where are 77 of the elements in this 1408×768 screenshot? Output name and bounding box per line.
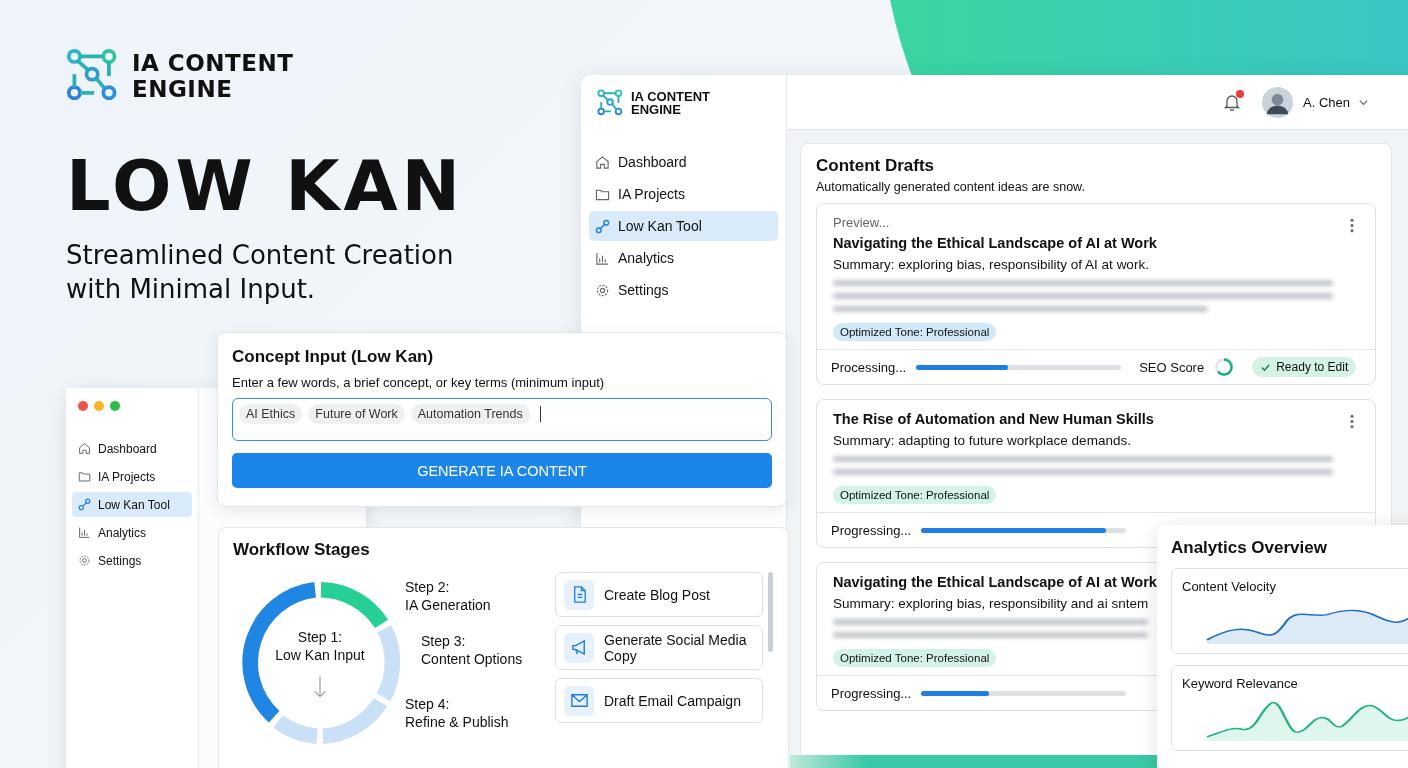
more-menu-icon[interactable]: [1349, 218, 1355, 233]
user-name[interactable]: A. Chen: [1303, 94, 1350, 110]
sidebar-item[interactable]: Dashboard: [589, 147, 778, 177]
keyword-chip[interactable]: Future of Work: [308, 404, 405, 424]
brand-name: IA CONTENT: [631, 90, 710, 103]
scrollbar[interactable]: [768, 572, 773, 652]
sidebar-item[interactable]: Settings: [72, 548, 192, 573]
brand-name: ENGINE: [631, 103, 682, 116]
home-icon: [78, 442, 91, 455]
input-hint: Enter a few words, a brief concept, or key terms (minimum input): [232, 375, 606, 390]
score-ring-icon: [1214, 357, 1235, 377]
keyword-chip[interactable]: AI Ethics: [239, 404, 303, 424]
bell-icon[interactable]: [1222, 92, 1242, 112]
link-icon: [595, 218, 610, 234]
network-logo-icon: [597, 89, 625, 117]
sidebar-item[interactable]: Dashboard: [72, 436, 192, 461]
ready-badge: Ready to Edit: [1252, 357, 1357, 377]
tone-tag: Optimized Tone: Professional: [833, 649, 997, 667]
status-label: Progressing...: [831, 522, 912, 538]
tone-tag: Optimized Tone: Professional: [833, 323, 997, 341]
chart-icon: [595, 250, 610, 266]
step-name: Refine & Publish: [405, 713, 509, 731]
chart-icon: [78, 526, 91, 539]
step-number: Step 4:: [405, 695, 451, 713]
panel-title: Workflow Stages: [233, 540, 371, 560]
panel-subtitle: Automatically generated content ideas are snow.: [816, 180, 1086, 194]
sidebar-item[interactable]: Low Kan Tool: [72, 492, 192, 517]
draft-title: Navigating the Ethical Landscape of AI at Work: [833, 574, 1157, 590]
folder-icon: [78, 470, 91, 483]
mail-icon: [569, 691, 589, 710]
link-icon: [78, 498, 91, 511]
arrow-down-icon: [313, 674, 327, 700]
text-cursor: [539, 406, 541, 422]
draft-summary: Summary: exploring bias, responsibility of AI at work.: [833, 257, 1149, 272]
metric-title: Content Velocity: [1182, 579, 1277, 594]
status-label: Processing...: [831, 359, 907, 375]
draft-summary: Summary: adapting to future workplace demands.: [833, 433, 1131, 448]
panel-title: Concept Input (Low Kan): [232, 347, 435, 367]
tagline: with Minimal Input.: [66, 273, 317, 306]
sidebar-item[interactable]: Settings: [589, 275, 778, 305]
sidebar-item[interactable]: IA Projects: [72, 464, 192, 489]
step-label: Step 1:: [297, 628, 343, 646]
sidebar-item[interactable]: IA Projects: [589, 179, 778, 209]
input-field[interactable]: AI Ethics Future of Work Automation Trends: [232, 398, 772, 441]
tone-tag: Optimized Tone: Professional: [833, 486, 997, 504]
home-icon: [595, 154, 610, 170]
sidebar-item[interactable]: Analytics: [72, 520, 192, 545]
brand-name: IA CONTENT: [132, 50, 294, 76]
step-name: IA Generation: [405, 596, 491, 614]
panel-title: Content Drafts: [816, 156, 936, 176]
metric-title: Keyword Relevance: [1182, 676, 1299, 691]
tagline: Streamlined Content Creation: [66, 239, 455, 272]
keyword-chip[interactable]: Automation Trends: [410, 404, 530, 424]
draft-title: The Rise of Automation and New Human Skills: [833, 411, 1154, 427]
step-name: Content Options: [421, 650, 523, 668]
step-label: Low Kan Input: [275, 646, 365, 664]
panel-title: Analytics Overview: [1171, 538, 1328, 558]
preview-label: Preview...: [833, 215, 890, 230]
avatar[interactable]: [1262, 86, 1293, 118]
close-button[interactable]: [78, 401, 88, 411]
action-button[interactable]: Draft Email Campaign: [555, 678, 763, 723]
action-button[interactable]: Generate Social Media Copy: [555, 625, 763, 670]
sidebar-item[interactable]: Analytics: [589, 243, 778, 273]
brand-name: ENGINE: [132, 76, 234, 102]
more-menu-icon[interactable]: [1349, 414, 1355, 429]
step-number: Step 3:: [421, 632, 467, 650]
seo-label: SEO Score: [1139, 359, 1205, 375]
gear-icon: [78, 554, 91, 567]
draft-summary: Summary: exploring bias, responsibility and ai sntem: [833, 596, 1149, 611]
sidebar-item[interactable]: Low Kan Tool: [589, 211, 778, 241]
hero-title: LOW KAN: [66, 146, 465, 226]
gear-icon: [595, 282, 610, 298]
step-number: Step 2:: [405, 578, 451, 596]
generate-button[interactable]: GENERATE IA CONTENT: [232, 453, 772, 488]
action-button[interactable]: Create Blog Post: [555, 572, 763, 617]
draft-title: Navigating the Ethical Landscape of AI at Work: [833, 235, 1157, 251]
status-label: Progressing...: [831, 685, 912, 701]
